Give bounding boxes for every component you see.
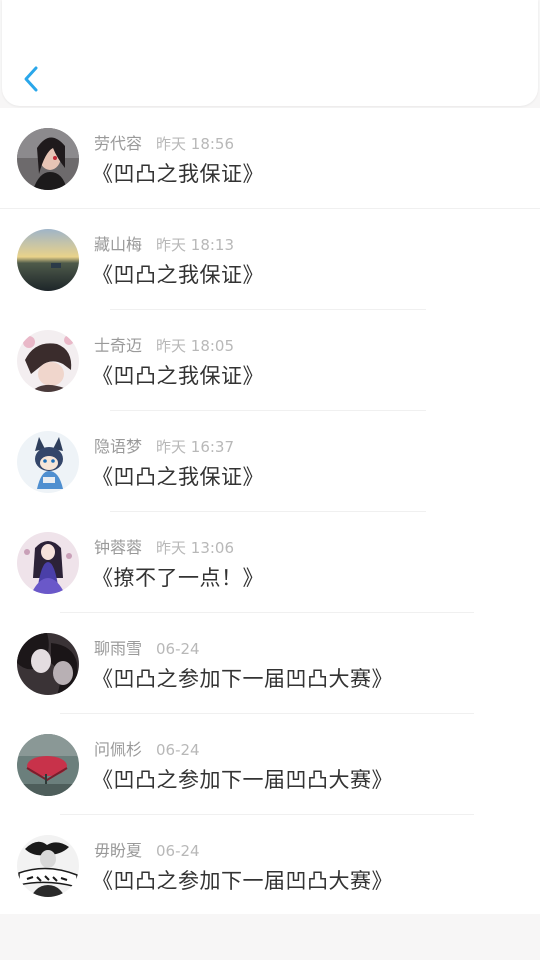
back-button[interactable] — [16, 62, 46, 96]
list-item[interactable]: 劳代容 昨天 18:56 《凹凸之我保证》 — [0, 108, 540, 209]
sender-name: 隐语梦 — [94, 437, 143, 456]
message-text: 《凹凸之参加下一届凹凸大赛》 — [92, 667, 393, 691]
list-item[interactable]: 毋盼夏 06-24 《凹凸之参加下一届凹凸大赛》 — [0, 815, 540, 916]
sender-name: 藏山梅 — [94, 235, 143, 254]
message-text: 《凹凸之我保证》 — [92, 162, 264, 186]
message-meta: 劳代容 昨天 18:56 — [94, 130, 234, 154]
message-meta: 聊雨雪 06-24 — [94, 635, 200, 659]
message-time: 06-24 — [156, 640, 200, 658]
list-item[interactable]: 藏山梅 昨天 18:13 《凹凸之我保证》 — [0, 209, 540, 310]
message-text: 《凹凸之我保证》 — [92, 364, 264, 388]
list-item[interactable]: 士奇迈 昨天 18:05 《凹凸之我保证》 — [0, 310, 540, 411]
list-item[interactable]: 问佩杉 06-24 《凹凸之参加下一届凹凸大赛》 — [0, 714, 540, 815]
sender-name: 钟蓉蓉 — [94, 538, 143, 557]
message-meta: 问佩杉 06-24 — [94, 736, 200, 760]
list-item[interactable]: 聊雨雪 06-24 《凹凸之参加下一届凹凸大赛》 — [0, 613, 540, 714]
list-item[interactable]: 隐语梦 昨天 16:37 《凹凸之我保证》 — [0, 411, 540, 512]
message-meta: 钟蓉蓉 昨天 13:06 — [94, 534, 234, 558]
message-time: 06-24 — [156, 741, 200, 759]
message-meta: 士奇迈 昨天 18:05 — [94, 332, 234, 356]
message-time: 昨天 18:56 — [156, 135, 235, 153]
message-text: 《凹凸之参加下一届凹凸大赛》 — [92, 869, 393, 893]
message-list: 劳代容 昨天 18:56 《凹凸之我保证》 藏山梅 昨天 18:13 《凹凸之我… — [0, 108, 540, 914]
top-bar — [2, 0, 538, 106]
avatar — [17, 734, 79, 796]
message-meta: 隐语梦 昨天 16:37 — [94, 433, 234, 457]
sender-name: 问佩杉 — [94, 740, 143, 759]
message-meta: 藏山梅 昨天 18:13 — [94, 231, 234, 255]
avatar — [17, 330, 79, 392]
message-text: 《凹凸之我保证》 — [92, 263, 264, 287]
message-text: 《撩不了一点！》 — [92, 566, 264, 590]
message-text: 《凹凸之参加下一届凹凸大赛》 — [92, 768, 393, 792]
message-time: 昨天 18:05 — [156, 337, 235, 355]
avatar — [17, 128, 79, 190]
message-time: 昨天 13:06 — [156, 539, 235, 557]
message-time: 06-24 — [156, 842, 200, 860]
avatar — [17, 229, 79, 291]
avatar — [17, 431, 79, 493]
list-item[interactable]: 钟蓉蓉 昨天 13:06 《撩不了一点！》 — [0, 512, 540, 613]
avatar — [17, 633, 79, 695]
avatar — [17, 532, 79, 594]
message-text: 《凹凸之我保证》 — [92, 465, 264, 489]
sender-name: 士奇迈 — [94, 336, 143, 355]
sender-name: 劳代容 — [94, 134, 143, 153]
sender-name: 毋盼夏 — [94, 841, 143, 860]
message-meta: 毋盼夏 06-24 — [94, 837, 200, 861]
message-time: 昨天 16:37 — [156, 438, 235, 456]
chevron-left-icon — [24, 66, 38, 92]
sender-name: 聊雨雪 — [94, 639, 143, 658]
avatar — [17, 835, 79, 897]
message-time: 昨天 18:13 — [156, 236, 235, 254]
